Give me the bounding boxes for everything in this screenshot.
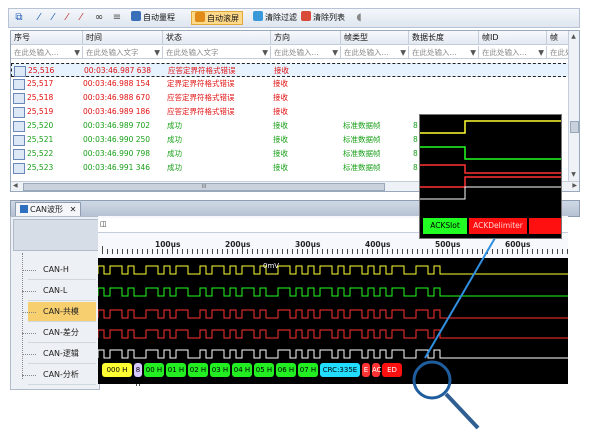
zoom-labels: ACKSlot ACKDelimiter [423, 218, 561, 235]
callout-line [424, 237, 496, 359]
zoom-waveform [420, 120, 561, 200]
zoom-label-next [529, 218, 561, 234]
zoom-label-ack-delimiter: ACKDelimiter [469, 218, 527, 234]
magnifier-handle [444, 392, 480, 430]
callout-circle [412, 360, 452, 400]
zoom-label-ack-slot: ACKSlot [423, 218, 467, 234]
